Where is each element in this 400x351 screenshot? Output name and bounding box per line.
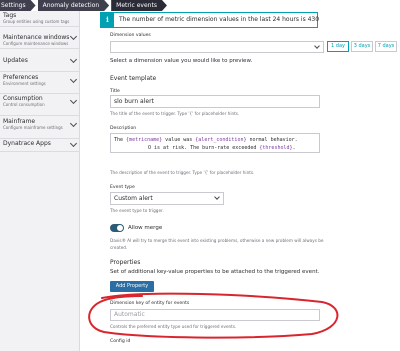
breadcrumb-metric-events[interactable]: Metric events (111, 0, 167, 11)
range-3-days-button[interactable]: 3 days (351, 41, 373, 52)
sidebar-item-title: Mainframe (3, 118, 36, 125)
description-text: O is at risk. The burn-rate exceeded (148, 145, 260, 151)
description-line-1: The {metricname} value was {alert_condit… (114, 136, 316, 144)
sidebar-item-subtitle: Configure mainframe settings (3, 125, 63, 130)
config-id-label: Config id (110, 339, 131, 344)
dimension-values-label: Dimension values (110, 33, 151, 38)
event-type-value: Custom alert (114, 195, 153, 202)
info-banner-text: The number of metric dimension values in… (119, 16, 320, 23)
title-input[interactable]: slo burn alert (110, 95, 320, 108)
title-label: Title (110, 89, 120, 94)
dimension-values-hint: Select a dimension value you would like … (110, 58, 253, 64)
dimension-key-hint: Controls the preferred entity type used … (110, 324, 237, 329)
description-text: . (292, 145, 296, 151)
chevron-down-icon (214, 194, 220, 200)
chevron-down-icon (314, 43, 320, 49)
allow-merge-hint: Davis® AI will try to merge this event i… (110, 238, 324, 243)
event-type-label: Event type (110, 185, 135, 190)
sidebar-item-title: Maintenance windows (3, 34, 70, 41)
dimension-key-placeholder: Automatic (114, 311, 145, 318)
dimension-key-input[interactable]: Automatic (110, 309, 320, 321)
description-text: The (114, 137, 127, 143)
breadcrumb: Settings Anomaly detection Metric events (0, 0, 400, 11)
properties-heading: Properties (110, 259, 141, 266)
description-textarea[interactable]: The {metricname} value was {alert_condit… (110, 133, 320, 153)
event-type-select[interactable]: Custom alert (110, 192, 224, 205)
breadcrumb-anomaly-detection[interactable]: Anomaly detection (38, 0, 110, 11)
breadcrumb-settings[interactable]: Settings (0, 0, 36, 11)
info-banner: i The number of metric dimension values … (100, 12, 320, 28)
sidebar-item-preferences[interactable]: Preferences Environment settings (0, 72, 80, 94)
sidebar-item-updates[interactable]: Updates (0, 49, 80, 72)
chevron-down-icon (69, 55, 78, 64)
allow-merge-toggle[interactable] (110, 224, 124, 232)
description-text: normal behavior. (246, 137, 298, 143)
properties-description: Set of additional key-value properties t… (110, 269, 320, 275)
title-input-value: slo burn alert (114, 98, 154, 105)
range-7-days-button[interactable]: 7 days (375, 41, 397, 52)
chevron-down-icon (69, 32, 78, 41)
description-hint: The description of the event to trigger.… (110, 170, 255, 175)
sidebar-item-title: Consumption (3, 95, 43, 102)
event-type-hint: The event type to trigger. (110, 208, 164, 213)
sidebar-item-subtitle: Configure maintenance windows (3, 41, 69, 46)
description-placeholder-metricname: {metricname} (126, 137, 163, 143)
sidebar-item-dynatrace-apps[interactable]: Dynatrace Apps (0, 139, 80, 152)
sidebar-item-title: Dynatrace Apps (3, 140, 51, 147)
sidebar-item-subtitle: Control consumption (3, 102, 45, 107)
sidebar-item-title: Updates (3, 57, 28, 64)
sidebar-item-mainframe[interactable]: Mainframe Configure mainframe settings (0, 116, 80, 139)
add-property-button[interactable]: Add Property (110, 281, 154, 292)
event-template-heading: Event template (110, 75, 157, 82)
description-placeholder-alert-condition: {alert_condition} (195, 137, 247, 143)
main-content: i The number of metric dimension values … (100, 0, 400, 351)
dimension-values-select[interactable] (110, 41, 324, 53)
description-line-2: O is at risk. The burn-rate exceeded {th… (114, 144, 316, 152)
allow-merge-label: Allow merge (128, 225, 163, 231)
info-icon: i (101, 13, 114, 27)
dimension-key-label: Dimension key of entity for events (110, 301, 190, 306)
chevron-down-icon (69, 119, 78, 128)
title-hint: The title of the event to trigger. Type … (110, 111, 240, 116)
allow-merge-hint-continued: created. (110, 245, 128, 250)
description-label: Description (110, 126, 137, 131)
description-placeholder-threshold: {threshold} (259, 145, 293, 151)
sidebar-item-subtitle: Group entities using custom tags (3, 19, 70, 24)
toggle-knob (117, 225, 123, 231)
chevron-down-icon (69, 75, 78, 84)
sidebar-item-tags[interactable]: Tags Group entities using custom tags (0, 11, 80, 27)
chevron-down-icon (69, 96, 78, 105)
sidebar-item-consumption[interactable]: Consumption Control consumption (0, 94, 80, 116)
range-1-day-button[interactable]: 1 day (327, 41, 349, 52)
sidebar-item-subtitle: Environment settings (3, 81, 46, 86)
sidebar-item-title: Preferences (3, 74, 39, 81)
chevron-down-icon (69, 139, 78, 148)
sidebar-item-title: Tags (3, 12, 17, 19)
description-text: value was (162, 137, 196, 143)
sidebar-item-maintenance-windows[interactable]: Maintenance windows Configure maintenanc… (0, 27, 80, 49)
settings-sidebar: Tags Group entities using custom tags Ma… (0, 11, 80, 351)
